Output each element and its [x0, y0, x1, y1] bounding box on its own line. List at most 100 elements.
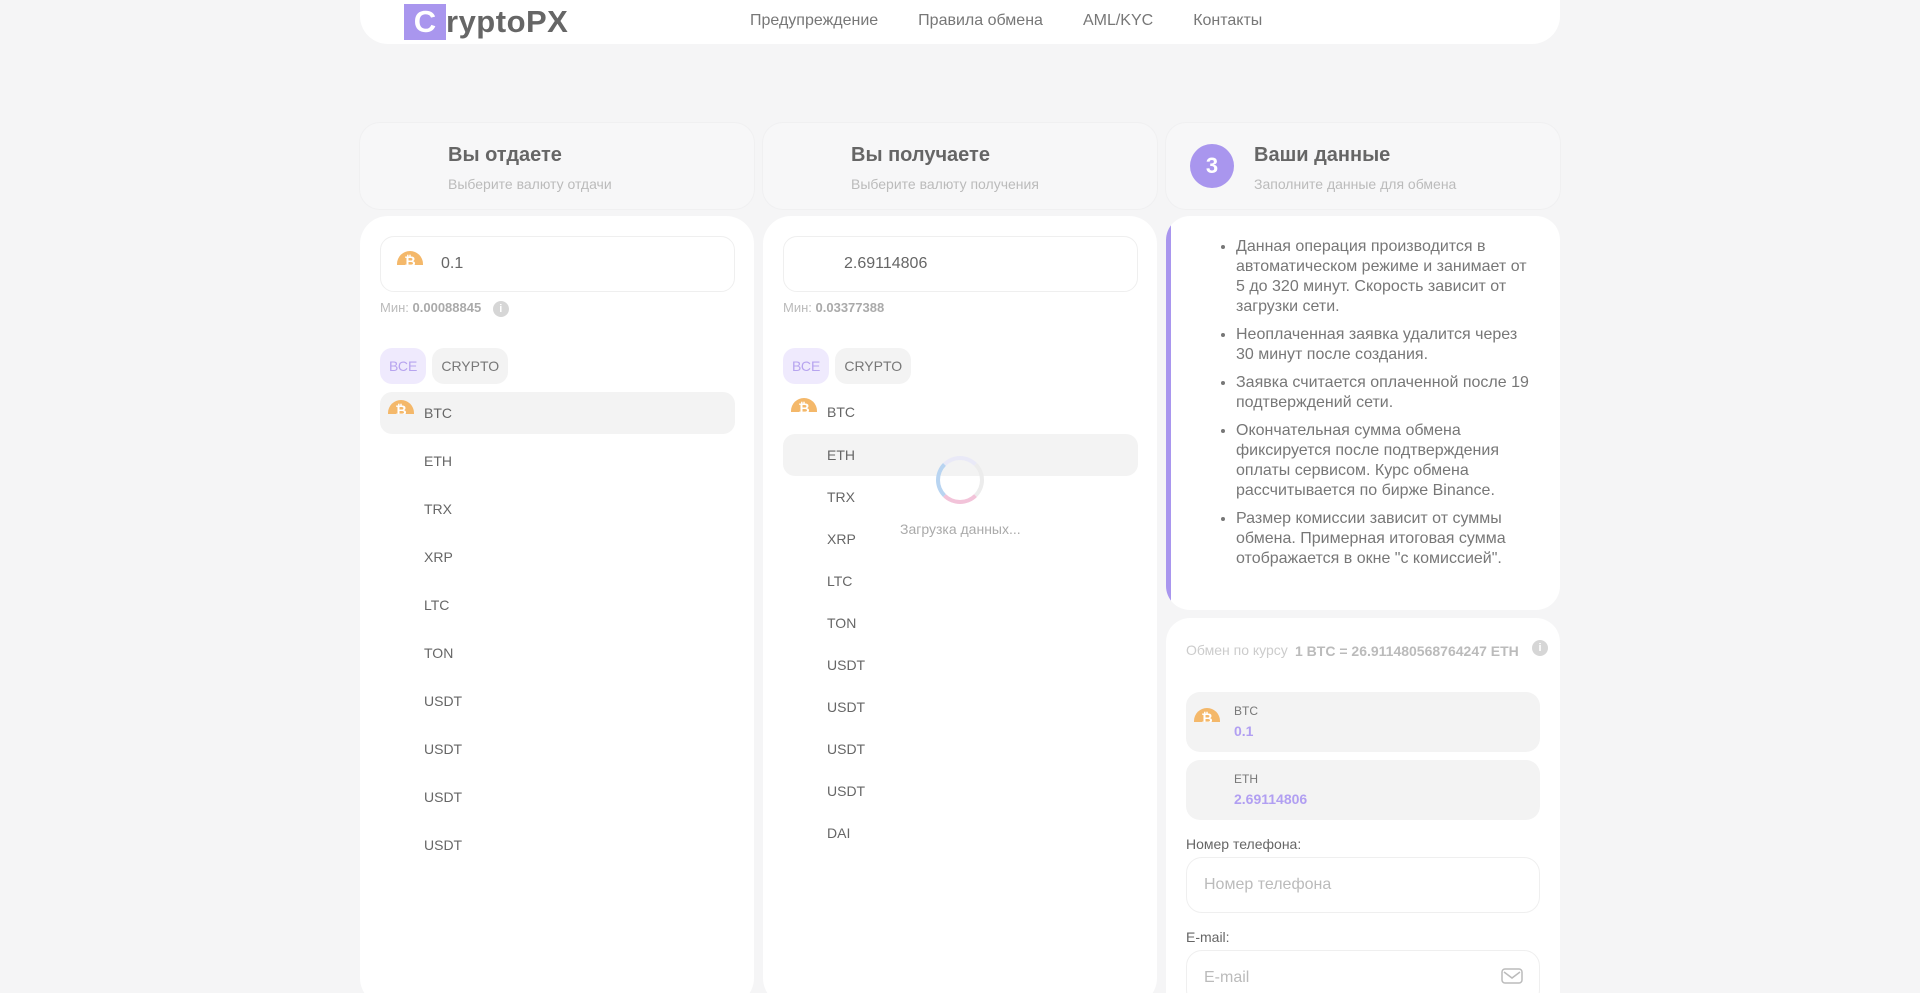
min-value: 0.03377388 [815, 300, 885, 315]
site-header: C ryptoPX Предупреждение Правила обмена … [360, 0, 1560, 44]
filter-all[interactable]: ВСЕ [380, 348, 427, 384]
filter-crypto[interactable]: CRYPTO [432, 348, 509, 384]
filter-all[interactable]: ВСЕ [783, 348, 830, 384]
currency-item-xrp[interactable]: XRP [380, 536, 735, 578]
currency-item-ton[interactable]: TON [783, 602, 1138, 644]
rate-value: 1 BTC = 26.911480568764247 ETH [1295, 643, 1519, 659]
give-summary: BTC 0.1 [1186, 692, 1540, 752]
currency-label: ETH [827, 447, 855, 463]
step-receive: Вы получаете Выберите валюту получения [763, 123, 1157, 209]
info-icon[interactable]: i [1532, 640, 1548, 656]
main-nav: Предупреждение Правила обмена AML/KYC Ко… [750, 12, 1262, 30]
currency-item-usdt[interactable]: USDT [380, 776, 735, 818]
currency-label: LTC [827, 573, 853, 589]
currency-item-usdt[interactable]: USDT [380, 824, 735, 866]
currency-label: USDT [424, 741, 463, 757]
currency-label: USDT [827, 783, 866, 799]
step-give: Вы отдаете Выберите валюту отдачи [360, 123, 754, 209]
rate-label: Обмен по курсу [1186, 642, 1288, 658]
exchange-rules-card: Данная операция производится в автоматич… [1166, 216, 1560, 610]
rule-item: Окончательная сумма обмена фиксируется п… [1236, 421, 1536, 501]
give-amount-value: 0.1 [441, 255, 464, 272]
logo-text: ryptoPX [446, 4, 569, 39]
receive-min: Мин: 0.03377388 [783, 300, 884, 315]
rule-item: Данная операция производится в автоматич… [1236, 237, 1536, 317]
receive-filters: ВСЕ CRYPTO [783, 348, 912, 384]
currency-label: TON [827, 615, 857, 631]
min-value: 0.00088845 [412, 300, 482, 315]
give-panel: 0.1 Мин: 0.00088845 i ВСЕ CRYPTO BTC ETH… [360, 216, 754, 993]
currency-item-trx[interactable]: TRX [380, 488, 735, 530]
currency-item-usdt[interactable]: USDT [783, 644, 1138, 686]
step-subtitle: Выберите валюту получения [851, 176, 1039, 192]
currency-item-ltc[interactable]: LTC [783, 560, 1138, 602]
step-details: 3 Ваши данные Заполните данные для обмен… [1166, 123, 1560, 209]
give-amount-field[interactable]: 0.1 [380, 236, 735, 292]
currency-label: TON [424, 645, 454, 661]
currency-label: USDT [424, 837, 463, 853]
exchange-form: Обмен по курсу 1 BTC = 26.91148056876424… [1166, 618, 1560, 993]
step-subtitle: Выберите валюту отдачи [448, 176, 612, 192]
currency-item-usdt[interactable]: USDT [380, 728, 735, 770]
rule-item: Размер комиссии зависит от суммы обмена.… [1236, 509, 1536, 569]
currency-label: USDT [827, 741, 866, 757]
rule-item: Неоплаченная заявка удалится через 30 ми… [1236, 325, 1536, 365]
currency-item-btc[interactable]: BTC [380, 392, 735, 434]
info-icon[interactable]: i [492, 300, 509, 317]
step-subtitle: Заполните данные для обмена [1254, 176, 1457, 192]
currency-label: USDT [424, 789, 463, 805]
currency-label: BTC [827, 404, 855, 420]
step-title: Вы получаете [851, 144, 990, 166]
currency-label: USDT [424, 693, 463, 709]
currency-label: USDT [827, 657, 866, 673]
currency-item-usdt[interactable]: USDT [380, 680, 735, 722]
btc-icon [1194, 708, 1220, 722]
currency-label: XRP [424, 549, 453, 565]
summary-value: 0.1 [1234, 723, 1254, 739]
currency-label: ETH [424, 453, 452, 469]
rule-item: Заявка считается оплаченной после 19 под… [1236, 373, 1536, 413]
currency-label: XRP [827, 531, 856, 547]
currency-item-dai[interactable]: DAI [783, 812, 1138, 854]
currency-label: USDT [827, 699, 866, 715]
email-input[interactable] [1186, 950, 1540, 993]
logo-mark: C [404, 4, 446, 40]
currency-item-usdt[interactable]: USDT [783, 770, 1138, 812]
receive-panel: 2.69114806 Мин: 0.03377388 ВСЕ CRYPTO BT… [763, 216, 1157, 993]
currency-label: BTC [424, 405, 452, 421]
min-label: Мин: [380, 300, 409, 315]
currency-item-ton[interactable]: TON [380, 632, 735, 674]
email-label: E-mail: [1186, 929, 1230, 945]
accent-bar [1166, 216, 1171, 610]
get-summary: ETH 2.69114806 [1186, 760, 1540, 820]
currency-item-ltc[interactable]: LTC [380, 584, 735, 626]
loading-text: Загрузка данных... [900, 521, 1021, 537]
summary-value: 2.69114806 [1234, 791, 1308, 807]
currency-label: DAI [827, 825, 851, 841]
rules-list: Данная операция производится в автоматич… [1236, 237, 1536, 577]
currency-item-btc[interactable]: BTC [783, 392, 1138, 434]
receive-amount-field[interactable]: 2.69114806 [783, 236, 1138, 292]
btc-icon [791, 398, 817, 412]
currency-item-usdt[interactable]: USDT [783, 686, 1138, 728]
filter-crypto[interactable]: CRYPTO [835, 348, 912, 384]
currency-label: TRX [424, 501, 452, 517]
currency-item-eth[interactable]: ETH [380, 440, 735, 482]
give-filters: ВСЕ CRYPTO [380, 348, 509, 384]
nav-contacts[interactable]: Контакты [1193, 12, 1262, 30]
btc-icon [388, 400, 414, 414]
step-title: Ваши данные [1254, 144, 1391, 166]
logo[interactable]: C ryptoPX [404, 4, 568, 40]
step-title: Вы отдаете [448, 144, 562, 166]
summary-code: BTC [1234, 704, 1258, 718]
nav-aml-kyc[interactable]: AML/KYC [1083, 12, 1153, 30]
phone-label: Номер телефона: [1186, 836, 1302, 852]
nav-exchange-rules[interactable]: Правила обмена [918, 12, 1043, 30]
step-number: 3 [1190, 144, 1234, 188]
phone-input[interactable] [1186, 857, 1540, 913]
currency-label: LTC [424, 597, 450, 613]
currency-item-usdt[interactable]: USDT [783, 728, 1138, 770]
nav-warning[interactable]: Предупреждение [750, 12, 878, 30]
summary-code: ETH [1234, 772, 1258, 786]
currency-label: TRX [827, 489, 855, 505]
